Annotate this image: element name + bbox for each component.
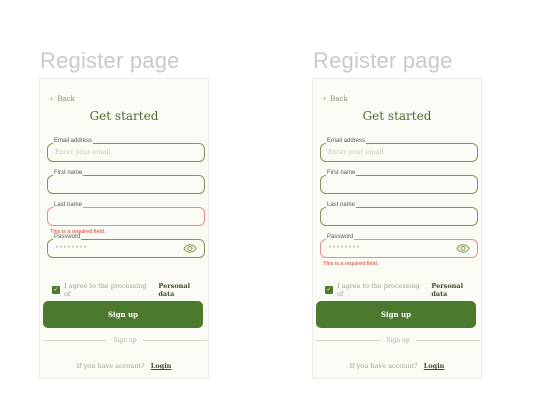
divider-text: Sign up (113, 336, 137, 344)
first-name-field[interactable]: First name (47, 170, 205, 194)
page-title: Register page (313, 48, 453, 73)
register-screen: ‹ Back Get started Email address Enter y… (39, 78, 209, 379)
heading: Get started (89, 109, 159, 123)
footer-text: If you have account? (349, 362, 418, 370)
eye-icon[interactable] (183, 243, 197, 254)
personal-data-link[interactable]: Personal data (431, 282, 481, 298)
signup-button[interactable]: Sign up (316, 301, 476, 328)
personal-data-link[interactable]: Personal data (158, 282, 208, 298)
password-label: Password (326, 234, 355, 240)
chevron-left-icon: ‹ (50, 94, 54, 103)
agree-row: ✓ I agree to the processing of Personal … (52, 282, 208, 298)
back-label: Back (330, 94, 348, 103)
agree-text: I agree to the processing of (63, 282, 147, 298)
footer: If you have account? Login (313, 362, 481, 370)
page-title: Register page (40, 48, 180, 73)
email-field[interactable]: Email address Enter your email (47, 138, 205, 162)
divider: Sign up (316, 335, 481, 345)
checkmark-icon[interactable]: ✓ (52, 286, 60, 294)
divider-line-left (316, 339, 381, 341)
last-name-field[interactable]: Last name (47, 202, 205, 226)
divider-text: Sign up (386, 336, 410, 344)
register-screen: ‹ Back Get started Email address Enter y… (312, 78, 482, 379)
agree-row: ✓ I agree to the processing of Personal … (325, 282, 481, 298)
password-field[interactable]: Password •••••••• (47, 234, 205, 258)
heading: Get started (362, 109, 432, 123)
login-link[interactable]: Login (151, 362, 172, 370)
divider-line-right (415, 339, 481, 341)
first-name-label: First name (326, 170, 357, 176)
last-name-label: Last name (53, 202, 84, 208)
first-name-field[interactable]: First name (320, 170, 478, 194)
login-link[interactable]: Login (424, 362, 445, 370)
last-name-field[interactable]: Last name (320, 202, 478, 226)
password-label: Password (53, 234, 82, 240)
signup-button[interactable]: Sign up (43, 301, 203, 328)
first-name-label: First name (53, 170, 84, 176)
divider-line-left (43, 339, 108, 341)
checkmark-icon[interactable]: ✓ (325, 286, 333, 294)
email-label: Email address (326, 138, 367, 144)
password-value: •••••••• (55, 244, 88, 251)
back-button[interactable]: ‹ Back (323, 94, 348, 103)
back-button[interactable]: ‹ Back (50, 94, 75, 103)
footer: If you have account? Login (40, 362, 208, 370)
email-field[interactable]: Email address Enter your email (320, 138, 478, 162)
footer-text: If you have account? (76, 362, 145, 370)
password-value: •••••••• (328, 244, 361, 251)
email-placeholder: Enter your email (55, 148, 111, 156)
eye-icon[interactable] (456, 243, 470, 254)
last-name-label: Last name (326, 202, 357, 208)
email-label: Email address (53, 138, 94, 144)
password-field[interactable]: Password •••••••• (320, 234, 478, 258)
email-placeholder: Enter your email (328, 148, 384, 156)
divider: Sign up (43, 335, 208, 345)
password-error: This is a required field. (323, 261, 379, 267)
back-label: Back (57, 94, 75, 103)
divider-line-right (142, 339, 208, 341)
agree-text: I agree to the processing of (336, 282, 420, 298)
chevron-left-icon: ‹ (323, 94, 327, 103)
